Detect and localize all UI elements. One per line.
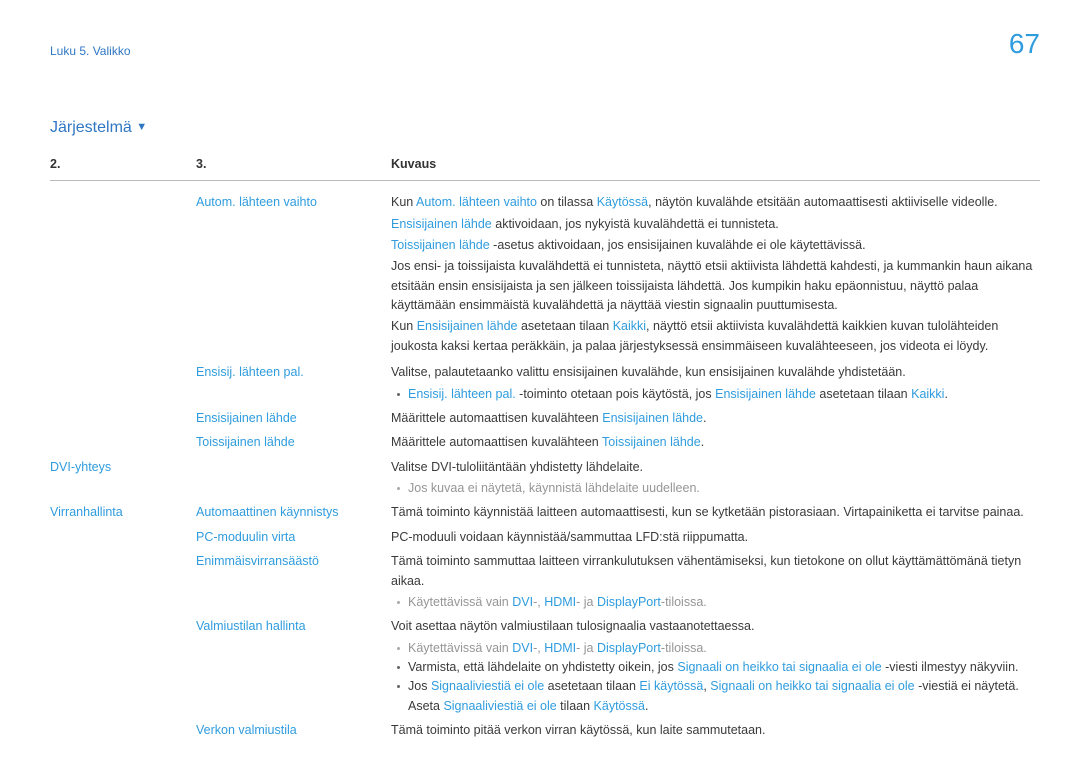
list-item: Käytettävissä vain DVI-, HDMI- ja Displa… — [391, 639, 1040, 658]
table-row: Autom. lähteen vaihto Kun Autom. lähteen… — [50, 189, 1040, 359]
desc-line: PC-moduuli voidaan käynnistää/sammuttaa … — [391, 528, 1040, 547]
table-header-row: 2. 3. Kuvaus — [50, 155, 1040, 181]
table-row: Virranhallinta Automaattinen käynnistys … — [50, 499, 1040, 523]
setting-power-management: Virranhallinta — [50, 503, 196, 522]
setting-pc-module-power: PC-moduulin virta — [196, 528, 391, 547]
header-col-2: 2. — [50, 155, 196, 174]
section-title-text: Järjestelmä — [50, 119, 132, 136]
desc-line: Jos ensi- ja toissijaista kuvalähdettä e… — [391, 257, 1040, 315]
section-title: Järjestelmä ▼ — [50, 116, 1040, 141]
list-item: Varmista, että lähdelaite on yhdistetty … — [391, 658, 1040, 677]
setting-primary-source: Ensisijainen lähde — [196, 409, 391, 428]
setting-network-standby: Verkon valmiustila — [196, 721, 391, 740]
setting-secondary-source: Toissijainen lähde — [196, 433, 391, 452]
setting-auto-source-switch: Autom. lähteen vaihto — [196, 193, 391, 358]
setting-dvi-connection: DVI-yhteys — [50, 458, 196, 499]
content-area: Järjestelmä ▼ 2. 3. Kuvaus Autom. lähtee… — [50, 116, 1040, 742]
setting-standby-control: Valmiustilan hallinta — [196, 617, 391, 716]
setting-max-power-saving: Enimmäisvirransäästö — [196, 552, 391, 612]
desc-line: Tämä toiminto pitää verkon virran käytös… — [391, 721, 1040, 740]
header-col-desc: Kuvaus — [391, 155, 1040, 174]
bullet-icon — [397, 666, 400, 669]
desc-line: Valitse DVI-tuloliitäntään yhdistetty lä… — [391, 458, 1040, 477]
bullet-icon — [397, 601, 400, 604]
expand-triangle-icon: ▼ — [136, 121, 147, 133]
list-item: Ensisij. lähteen pal. -toiminto otetaan … — [391, 385, 1040, 404]
desc-line: Ensisijainen lähde aktivoidaan, jos nyky… — [391, 215, 1040, 234]
table-row: PC-moduulin virta PC-moduuli voidaan käy… — [50, 524, 1040, 548]
table-row: Verkon valmiustila Tämä toiminto pitää v… — [50, 717, 1040, 741]
desc-line: Toissijainen lähde -asetus aktivoidaan, … — [391, 236, 1040, 255]
list-item: Jos Signaaliviestiä ei ole asetetaan til… — [391, 677, 1040, 716]
table-row: Enimmäisvirransäästö Tämä toiminto sammu… — [50, 548, 1040, 613]
table-row: DVI-yhteys Valitse DVI-tuloliitäntään yh… — [50, 454, 1040, 500]
table-row: Valmiustilan hallinta Voit asettaa näytö… — [50, 613, 1040, 717]
table-row: Ensisijainen lähde Määrittele automaatti… — [50, 405, 1040, 429]
bullet-icon — [397, 487, 400, 490]
setting-primary-source-restore: Ensisij. lähteen pal. — [196, 363, 391, 404]
table-body: Autom. lähteen vaihto Kun Autom. lähteen… — [50, 189, 1040, 741]
bullet-icon — [397, 393, 400, 396]
bullet-icon — [397, 685, 400, 688]
header-col-3: 3. — [196, 155, 391, 174]
table-row: Toissijainen lähde Määrittele automaatti… — [50, 429, 1040, 453]
table-row: Ensisij. lähteen pal. Valitse, palauteta… — [50, 359, 1040, 405]
list-item: Käytettävissä vain DVI-, HDMI- ja Displa… — [391, 593, 1040, 612]
list-item: Jos kuvaa ei näytetä, käynnistä lähdelai… — [391, 479, 1040, 498]
desc-line: Voit asettaa näytön valmiustilaan tulosi… — [391, 617, 1040, 636]
desc-line: Määrittele automaattisen kuvalähteen Ens… — [391, 409, 1040, 428]
desc-line: Kun Autom. lähteen vaihto on tilassa Käy… — [391, 193, 1040, 212]
breadcrumb: Luku 5. Valikko — [50, 42, 131, 61]
desc-line: Kun Ensisijainen lähde asetetaan tilaan … — [391, 317, 1040, 356]
desc-line: Tämä toiminto käynnistää laitteen automa… — [391, 503, 1040, 522]
page-number: 67 — [1009, 22, 1040, 65]
setting-auto-power-on: Automaattinen käynnistys — [196, 503, 391, 522]
bullet-icon — [397, 647, 400, 650]
desc-line: Määrittele automaattisen kuvalähteen Toi… — [391, 433, 1040, 452]
desc-line: Valitse, palautetaanko valittu ensisijai… — [391, 363, 1040, 382]
desc-line: Tämä toiminto sammuttaa laitteen virrank… — [391, 552, 1040, 591]
